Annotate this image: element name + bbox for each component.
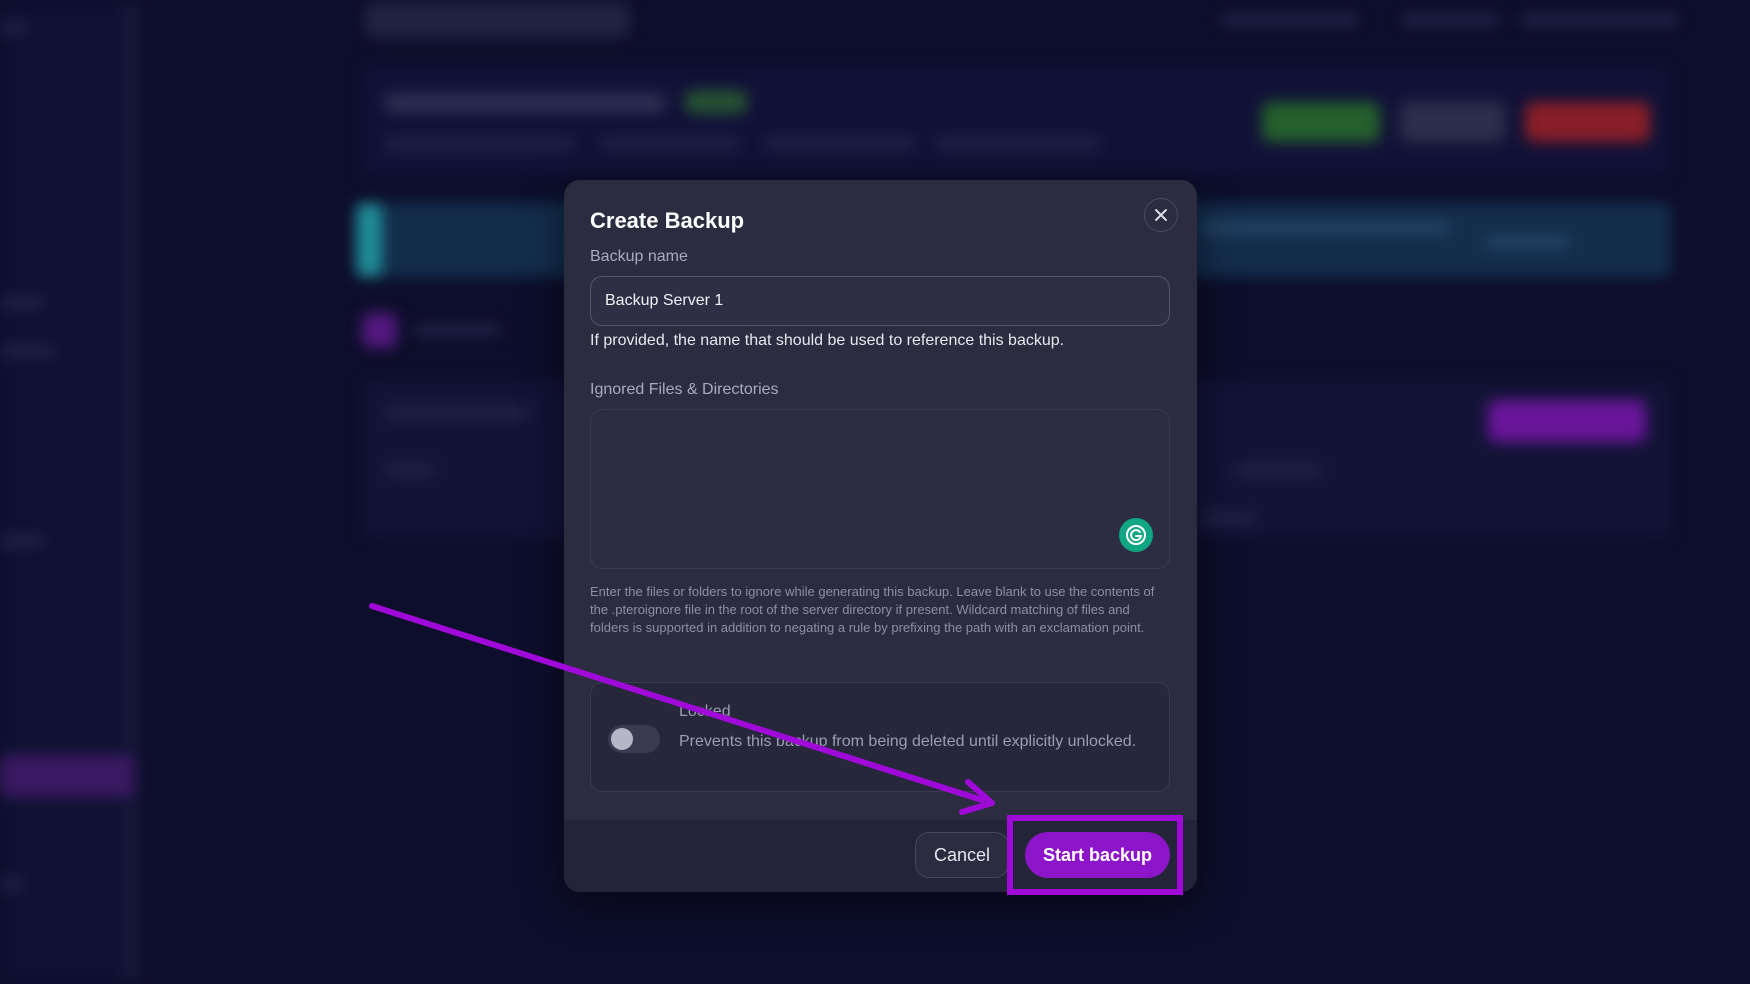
backup-name-help: If provided, the name that should be use… xyxy=(590,332,1065,349)
start-backup-button[interactable]: Start backup xyxy=(1025,832,1170,878)
backup-name-input[interactable] xyxy=(590,276,1170,326)
ignored-files-help: Enter the files or folders to ignore whi… xyxy=(590,584,1155,635)
cancel-button[interactable]: Cancel xyxy=(915,832,1009,878)
grammarly-icon[interactable] xyxy=(1119,518,1153,552)
locked-toggle[interactable] xyxy=(608,725,660,753)
locked-label: Locked xyxy=(679,703,731,720)
backup-name-label: Backup name xyxy=(590,248,688,265)
modal-footer: Cancel Start backup xyxy=(564,820,1197,892)
modal-title: Create Backup xyxy=(590,208,745,233)
grammarly-g-icon xyxy=(1126,525,1146,545)
locked-description: Prevents this backup from being deleted … xyxy=(679,733,1137,750)
create-backup-modal: Create Backup Backup name If provided, t… xyxy=(564,180,1197,892)
locked-option: Locked Prevents this backup from being d… xyxy=(590,682,1170,792)
ignored-files-label: Ignored Files & Directories xyxy=(590,381,779,398)
close-button[interactable] xyxy=(1144,198,1178,232)
toggle-knob xyxy=(611,728,633,750)
ignored-files-textarea[interactable] xyxy=(590,409,1170,569)
close-icon xyxy=(1155,209,1167,221)
